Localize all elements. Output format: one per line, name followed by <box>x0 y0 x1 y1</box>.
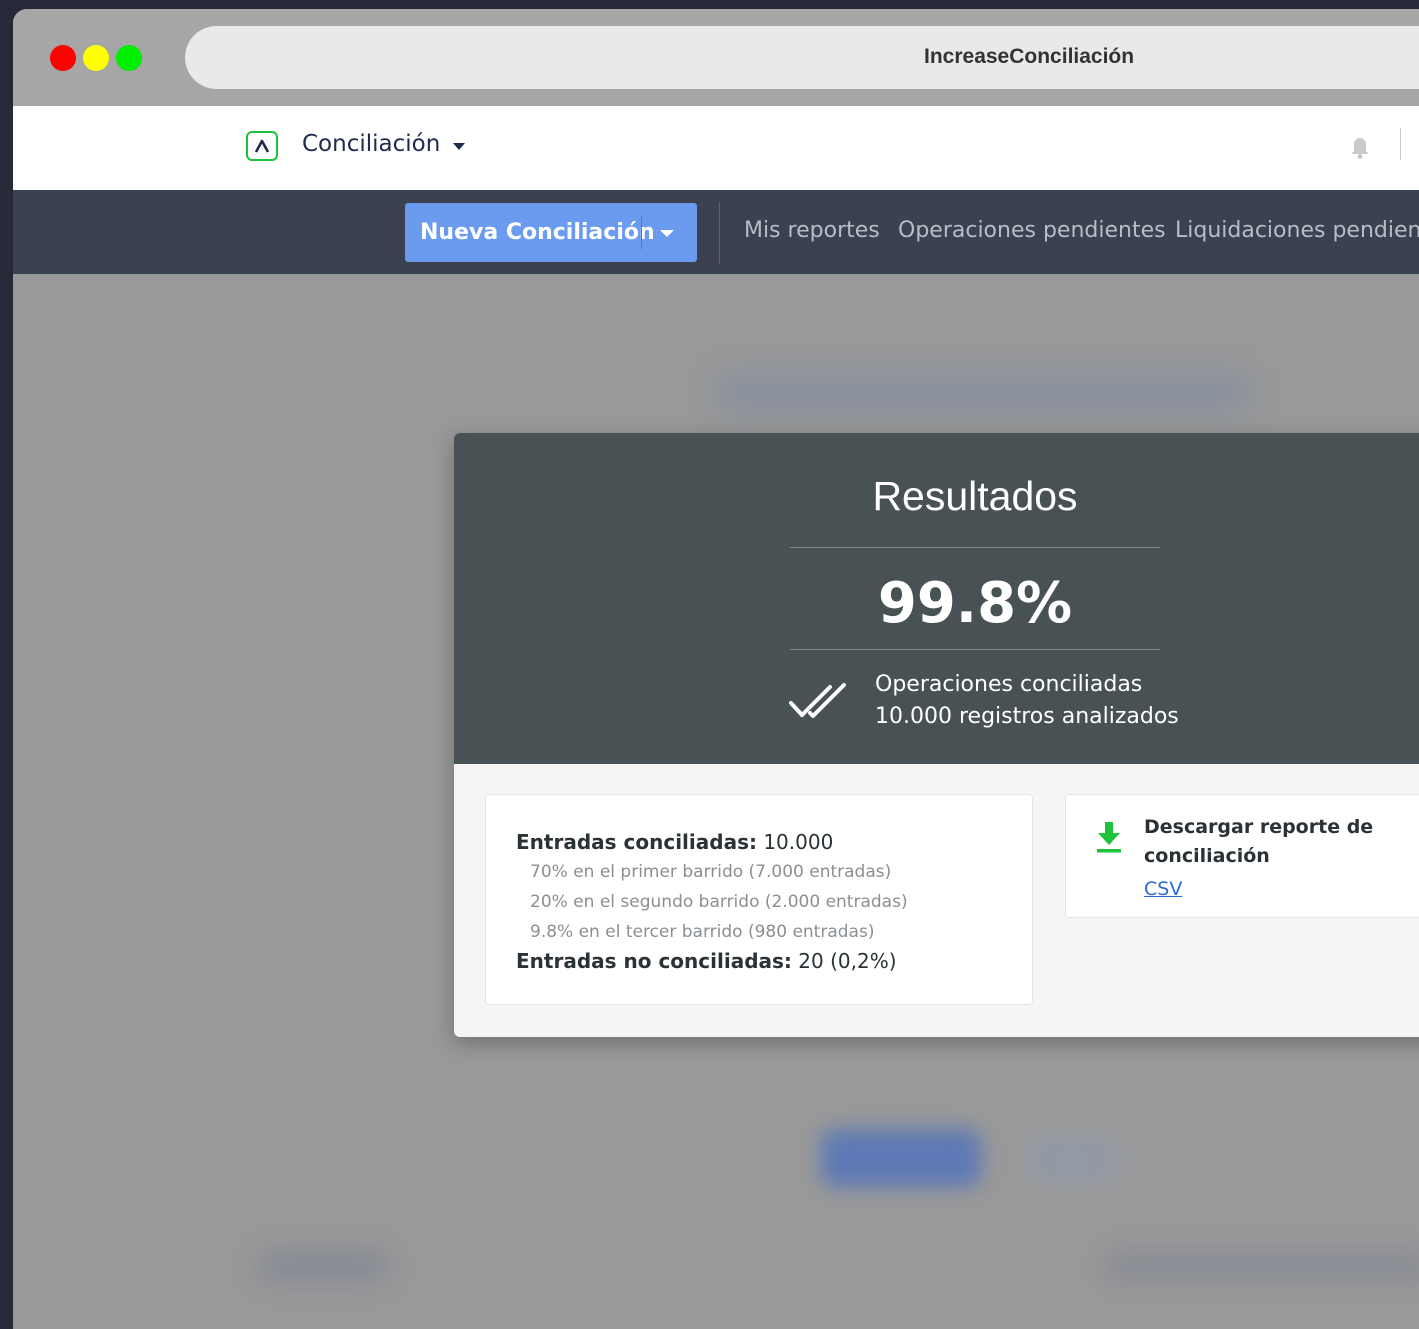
sweep-row: 20% en el segundo barrido (2.000 entrada… <box>530 892 908 912</box>
sweep-row: 9.8% en el tercer barrido (980 entradas) <box>530 922 875 942</box>
conciliated-operations-label: Operaciones conciliadas <box>875 672 1143 697</box>
results-modal: Resultados 99.8% Operaciones conciliadas… <box>454 433 1419 1037</box>
entries-not-conciliated-value: 20 (0,2%) <box>791 949 897 973</box>
blurred-footer-right <box>1103 1249 1419 1283</box>
download-card: Descargar reporte de conciliación CSV <box>1065 794 1419 918</box>
double-check-icon <box>789 683 846 718</box>
chevron-down-icon[interactable] <box>453 143 465 150</box>
nav-divider <box>719 202 720 264</box>
blurred-secondary-button <box>1028 1139 1118 1179</box>
app-header: Conciliación <box>13 106 1419 190</box>
header-divider <box>1400 128 1401 160</box>
dropdown-caret-icon[interactable] <box>660 230 674 237</box>
minimize-window-button[interactable] <box>83 45 109 71</box>
entries-conciliated-label: Entradas conciliadas: <box>516 830 757 854</box>
divider <box>790 649 1160 650</box>
browser-titlebar: IncreaseConciliación <box>13 9 1419 106</box>
sweep-row: 70% en el primer barrido (7.000 entradas… <box>530 862 892 882</box>
split-button-divider <box>641 216 642 249</box>
app-switcher-label[interactable]: Conciliación <box>302 131 440 157</box>
blurred-page-heading <box>713 371 1253 415</box>
results-header: Resultados 99.8% Operaciones conciliadas… <box>454 433 1419 764</box>
entries-conciliated-value: 10.000 <box>756 830 834 854</box>
nav-link-mis-reportes[interactable]: Mis reportes <box>744 218 880 243</box>
main-navbar: Nueva Conciliación Mis reportes Operacio… <box>13 190 1419 274</box>
nav-link-liquidaciones-pendientes[interactable]: Liquidaciones pendient <box>1175 218 1419 243</box>
results-title: Resultados <box>872 473 1078 519</box>
bell-icon[interactable] <box>1349 136 1371 160</box>
csv-download-link[interactable]: CSV <box>1144 878 1182 900</box>
entries-not-conciliated-row: Entradas no conciliadas: 20 (0,2%) <box>516 949 897 973</box>
entries-conciliated-row: Entradas conciliadas: 10.000 <box>516 830 833 854</box>
entries-not-conciliated-label: Entradas no conciliadas: <box>516 949 792 973</box>
logo-icon[interactable] <box>246 131 278 161</box>
records-analyzed-label: 10.000 registros analizados <box>875 704 1179 729</box>
new-conciliation-label: Nueva Conciliación <box>420 220 655 245</box>
download-report-title: Descargar reporte de conciliación <box>1144 816 1374 867</box>
new-conciliation-button[interactable]: Nueva Conciliación <box>405 203 697 262</box>
close-window-button[interactable] <box>50 45 76 71</box>
browser-window: IncreaseConciliación Conciliación Nueva … <box>13 9 1419 1329</box>
blurred-primary-button <box>821 1129 981 1187</box>
nav-link-operaciones-pendientes[interactable]: Operaciones pendientes <box>898 218 1166 243</box>
download-icon <box>1097 822 1121 853</box>
divider <box>790 547 1160 548</box>
maximize-window-button[interactable] <box>116 45 142 71</box>
blurred-footer-left <box>258 1249 388 1283</box>
conciliation-percent: 99.8% <box>877 571 1073 636</box>
summary-card: Entradas conciliadas: 10.000 70% en el p… <box>485 794 1033 1005</box>
window-title: IncreaseConciliación <box>924 45 1135 68</box>
address-bar[interactable]: IncreaseConciliación <box>185 26 1419 89</box>
